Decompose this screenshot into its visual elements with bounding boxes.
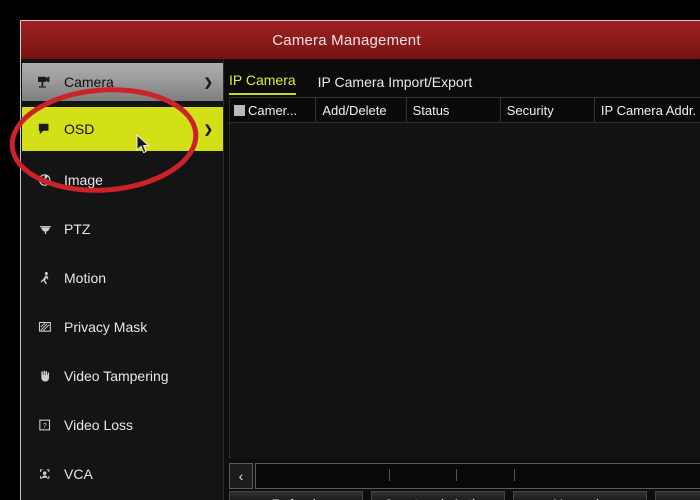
upgrade-button[interactable]: Upgrade xyxy=(513,491,647,500)
sidebar-item-motion[interactable]: Motion xyxy=(22,261,223,295)
main-panel: IP Camera IP Camera Import/Export Camer.… xyxy=(225,59,700,500)
column-header-status[interactable]: Status xyxy=(407,98,501,122)
column-header-camera[interactable]: Camer... xyxy=(230,98,317,122)
scrollbar-track[interactable] xyxy=(255,463,700,489)
chevron-right-icon: ❯ xyxy=(203,123,213,136)
column-header-label: Camer... xyxy=(248,102,298,118)
sidebar-item-image[interactable]: Image xyxy=(22,163,223,197)
sidebar-item-label: Video Loss xyxy=(64,417,134,433)
one-touch-activate-button[interactable]: One-touch Activ... xyxy=(371,491,505,500)
sidebar-item-privacy-mask[interactable]: Privacy Mask xyxy=(22,310,223,344)
scrollbar-tick xyxy=(455,469,457,481)
tab-ip-camera[interactable]: IP Camera xyxy=(229,72,296,95)
video-loss-icon: ? xyxy=(36,417,54,433)
delete-button[interactable]: De xyxy=(655,491,700,500)
sidebar-item-label: Privacy Mask xyxy=(64,319,148,335)
select-all-checkbox[interactable] xyxy=(234,104,245,116)
mouse-cursor xyxy=(136,134,150,154)
sidebar-item-osd[interactable]: OSD ❯ xyxy=(22,107,223,151)
table-header-row: Camer... Add/Delete Status Security IP C… xyxy=(230,98,700,123)
sidebar-item-camera[interactable]: Camera ❯ xyxy=(22,63,223,101)
ptz-dome-icon xyxy=(36,221,54,237)
hand-icon xyxy=(36,368,54,384)
page-title: Camera Management xyxy=(272,31,421,49)
horizontal-scrollbar[interactable]: ‹ xyxy=(229,463,700,489)
scroll-left-button[interactable]: ‹ xyxy=(229,463,253,489)
vca-icon xyxy=(36,466,54,482)
scrollbar-tick xyxy=(513,469,515,481)
privacy-mask-icon xyxy=(36,319,54,335)
refresh-button[interactable]: Refresh xyxy=(229,491,363,500)
osd-icon xyxy=(36,121,54,137)
sidebar-item-label: VCA xyxy=(64,466,93,482)
sidebar-item-label: Camera xyxy=(64,74,114,90)
chevron-right-icon: ❯ xyxy=(203,76,213,89)
motion-walk-icon xyxy=(36,270,54,286)
sidebar-item-vca[interactable]: VCA xyxy=(22,457,223,491)
sidebar-item-label: Image xyxy=(64,172,103,188)
screenshot-root: Camera Management Camera ❯ OSD ❯ Image P… xyxy=(0,0,700,500)
sidebar-item-video-tampering[interactable]: Video Tampering xyxy=(22,359,223,393)
scrollbar-tick xyxy=(389,469,391,481)
camera-management-window: Camera Management Camera ❯ OSD ❯ Image P… xyxy=(20,20,700,500)
sidebar-item-label: Motion xyxy=(64,270,107,286)
sidebar-item-video-loss[interactable]: ? Video Loss xyxy=(22,408,223,442)
sidebar-item-ptz[interactable]: PTZ xyxy=(22,212,223,246)
sidebar-item-label: Video Tampering xyxy=(64,368,169,384)
sidebar-item-label: OSD xyxy=(64,121,95,137)
column-header-security[interactable]: Security xyxy=(501,98,595,122)
column-header-ip-camera-addr[interactable]: IP Camera Addr. xyxy=(595,98,700,122)
title-bar: Camera Management xyxy=(21,21,700,59)
camera-icon xyxy=(36,74,54,90)
image-icon xyxy=(36,172,54,188)
sidebar-item-label: PTZ xyxy=(64,221,91,237)
svg-text:?: ? xyxy=(42,422,46,430)
column-header-add-delete[interactable]: Add/Delete xyxy=(316,98,407,122)
bottom-button-bar: Refresh One-touch Activ... Upgrade De xyxy=(229,491,700,500)
table-body xyxy=(230,123,700,459)
ip-camera-table: Camer... Add/Delete Status Security IP C… xyxy=(229,97,700,459)
tab-bar: IP Camera IP Camera Import/Export xyxy=(225,59,700,95)
sidebar: Camera ❯ OSD ❯ Image PTZ Motion Privacy … xyxy=(22,59,224,500)
tab-ip-camera-import-export[interactable]: IP Camera Import/Export xyxy=(318,74,473,95)
